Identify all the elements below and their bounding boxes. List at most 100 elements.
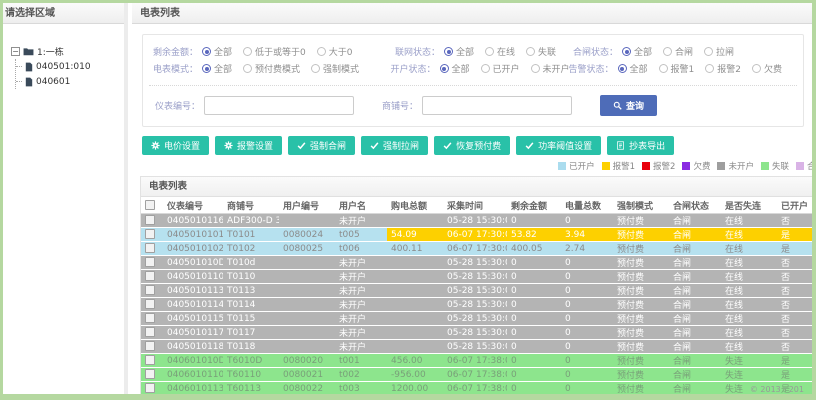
- meter-no-input[interactable]: [204, 96, 355, 115]
- table-row[interactable]: 0405010101 T0101 0080024 t005 54.09 06-07 17:…: [141, 227, 812, 242]
- tree-leaf-node[interactable]: 040601: [25, 74, 120, 89]
- radio-icon[interactable]: [526, 47, 536, 56]
- row-checkbox[interactable]: [145, 243, 155, 254]
- radio-icon[interactable]: [705, 64, 715, 73]
- radio-option[interactable]: 合闸: [663, 45, 693, 58]
- row-checkbox-cell[interactable]: [141, 227, 163, 242]
- radio-option[interactable]: 全部: [617, 62, 648, 75]
- action-button-4[interactable]: 恢复预付费: [434, 136, 511, 155]
- radio-selected-icon[interactable]: [444, 47, 454, 56]
- table-row[interactable]: 040501010DT010d未开户05-28 15:30:0000预付费合闸在…: [141, 255, 812, 270]
- radio-icon[interactable]: [658, 64, 668, 73]
- radio-icon[interactable]: [311, 64, 321, 73]
- radio-icon[interactable]: [663, 47, 673, 56]
- radio-option[interactable]: 全部: [439, 62, 470, 75]
- radio-option[interactable]: 未开户: [530, 62, 570, 75]
- row-checkbox-cell[interactable]: [141, 213, 163, 228]
- row-checkbox-cell[interactable]: [141, 325, 163, 340]
- row-checkbox[interactable]: [145, 285, 155, 296]
- row-checkbox-cell[interactable]: [141, 283, 163, 298]
- row-checkbox-cell[interactable]: [141, 297, 163, 312]
- export-readings-button[interactable]: 抄表导出: [607, 136, 675, 155]
- radio-option[interactable]: 在线: [485, 45, 515, 58]
- radio-selected-icon[interactable]: [439, 64, 449, 73]
- radio-option[interactable]: 已开户: [480, 62, 520, 75]
- row-checkbox-cell[interactable]: [141, 269, 163, 284]
- table-cell: 0405010110: [163, 269, 223, 284]
- query-button[interactable]: 查询: [600, 95, 658, 116]
- row-checkbox-cell[interactable]: [141, 339, 163, 354]
- radio-selected-icon[interactable]: [617, 64, 627, 73]
- radio-option[interactable]: 低于或等于0: [243, 45, 306, 58]
- row-checkbox[interactable]: [145, 369, 155, 380]
- row-checkbox-cell[interactable]: [141, 241, 163, 256]
- radio-option[interactable]: 报警2: [705, 62, 741, 75]
- radio-option[interactable]: 拉闸: [704, 45, 734, 58]
- radio-icon[interactable]: [316, 47, 326, 56]
- radio-option[interactable]: 大于0: [316, 45, 353, 58]
- row-checkbox[interactable]: [145, 383, 155, 394]
- table-row[interactable]: 0405010116ADF300-D 3未开户05-28 15:30:0000预…: [141, 213, 812, 228]
- row-checkbox-cell[interactable]: [141, 311, 163, 326]
- table-row[interactable]: 0406010110 T60110 0080021 t002 -956.00 06-07 …: [141, 367, 812, 382]
- tree-collapse-icon[interactable]: −: [11, 47, 20, 56]
- row-checkbox[interactable]: [145, 229, 155, 240]
- radio-selected-icon[interactable]: [202, 47, 212, 56]
- table-row[interactable]: 0405010115T0115未开户05-28 15:30:0000预付费合闸在…: [141, 311, 812, 326]
- folder-icon: [23, 47, 34, 56]
- radio-icon[interactable]: [751, 64, 761, 73]
- action-button-0[interactable]: 电价设置: [142, 136, 210, 155]
- radio-icon[interactable]: [243, 47, 253, 56]
- radio-icon[interactable]: [485, 47, 495, 56]
- radio-option[interactable]: 全部: [202, 62, 232, 75]
- table-cell: 0: [561, 339, 613, 354]
- table-row[interactable]: 0405010114T0114未开户05-28 15:30:0000预付费合闸在…: [141, 297, 812, 312]
- row-checkbox[interactable]: [145, 341, 155, 352]
- radio-option[interactable]: 预付费模式: [243, 62, 300, 75]
- radio-option[interactable]: 强制模式: [311, 62, 359, 75]
- radio-icon[interactable]: [704, 47, 714, 56]
- table-cell: T6010D: [223, 353, 279, 368]
- table-row[interactable]: 040601010D T6010D 0080020 t001 456.00 06-07 1…: [141, 353, 812, 368]
- table-cell: 否: [777, 269, 812, 284]
- radio-option[interactable]: 欠费: [751, 62, 782, 75]
- table-cell: 0405010118: [163, 339, 223, 354]
- row-checkbox-cell[interactable]: [141, 367, 163, 382]
- radio-icon[interactable]: [530, 64, 540, 73]
- radio-option[interactable]: 全部: [202, 45, 232, 58]
- row-checkbox[interactable]: [145, 215, 155, 226]
- row-checkbox-cell[interactable]: [141, 381, 163, 394]
- table-row[interactable]: 0405010113T0113未开户05-28 15:30:0000预付费合闸在…: [141, 283, 812, 298]
- shop-no-input[interactable]: [422, 96, 573, 115]
- row-checkbox[interactable]: [145, 271, 155, 282]
- table-row[interactable]: 0405010110T0110未开户05-28 15:30:0000预付费合闸在…: [141, 269, 812, 284]
- table-row[interactable]: 0405010117T0117未开户05-28 15:30:0000预付费合闸在…: [141, 325, 812, 340]
- radio-option[interactable]: 失联: [526, 45, 556, 58]
- radio-icon[interactable]: [243, 64, 253, 73]
- tree-leaf-node[interactable]: 040501:010: [25, 59, 120, 74]
- action-button-1[interactable]: 报警设置: [215, 136, 283, 155]
- tree-root-node[interactable]: − 1:一栋: [11, 44, 120, 59]
- radio-selected-icon[interactable]: [622, 47, 632, 56]
- table-cell: t005: [335, 227, 387, 242]
- row-checkbox-cell[interactable]: [141, 255, 163, 270]
- radio-option[interactable]: 报警1: [658, 62, 694, 75]
- action-button-2[interactable]: 强制合闸: [288, 136, 356, 155]
- table-cell: 合闸: [669, 213, 721, 228]
- row-checkbox[interactable]: [145, 257, 155, 268]
- row-checkbox-cell[interactable]: [141, 353, 163, 368]
- radio-icon[interactable]: [480, 64, 490, 73]
- row-checkbox[interactable]: [145, 313, 155, 324]
- action-button-3[interactable]: 强制拉闸: [361, 136, 429, 155]
- table-row[interactable]: 0405010118T0118未开户05-28 15:30:0000预付费合闸在…: [141, 339, 812, 354]
- row-checkbox[interactable]: [145, 327, 155, 338]
- radio-option[interactable]: 全部: [622, 45, 652, 58]
- radio-selected-icon[interactable]: [202, 64, 212, 73]
- table-row[interactable]: 0405010102 T0102 0080025 t006 400.11 06-07 17…: [141, 241, 812, 256]
- row-checkbox[interactable]: [145, 299, 155, 310]
- radio-option[interactable]: 全部: [444, 45, 474, 58]
- row-checkbox[interactable]: [145, 355, 155, 366]
- select-all-checkbox[interactable]: [145, 199, 155, 210]
- table-row[interactable]: 0406010113 T60113 0080022 t003 1200.00 06-07 …: [141, 381, 812, 394]
- action-button-5[interactable]: 功率阈值设置: [516, 136, 602, 155]
